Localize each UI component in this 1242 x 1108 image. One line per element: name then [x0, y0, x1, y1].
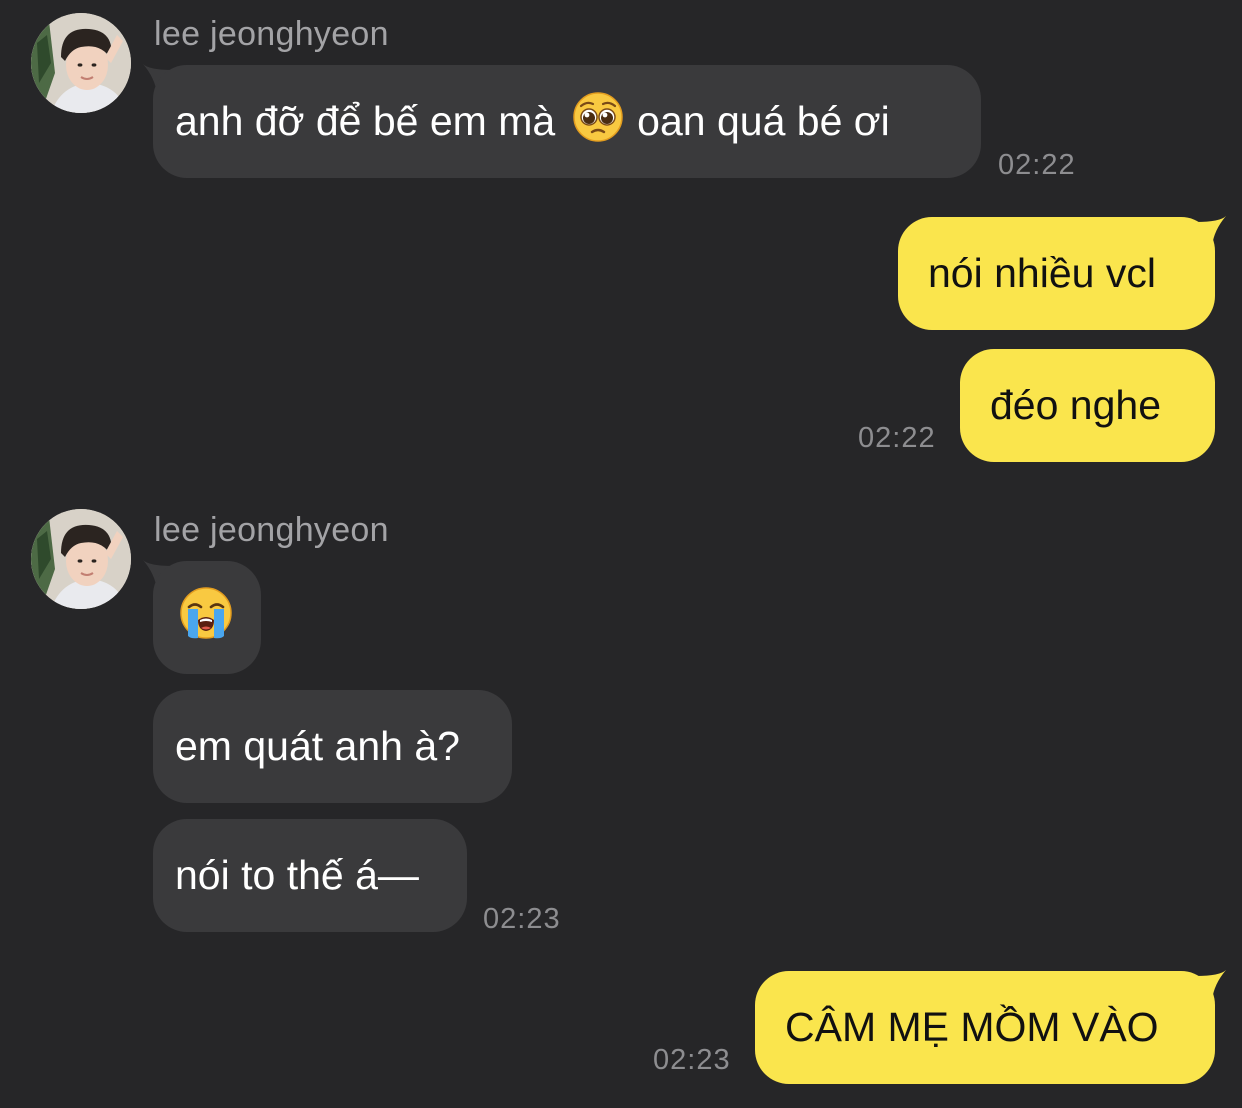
- message-bubble-incoming[interactable]: em quát anh à?: [153, 690, 512, 803]
- message-bubble-outgoing[interactable]: nói nhiều vcl: [898, 217, 1215, 330]
- message-text: đéo nghe: [990, 382, 1162, 428]
- loudly-crying-face-emoji-icon: [179, 586, 233, 650]
- message-timestamp: 02:23: [483, 903, 561, 935]
- sender-name: lee jeonghyeon: [154, 511, 389, 549]
- message-bubble-incoming[interactable]: nói to thế á—: [153, 819, 467, 932]
- message-text: oan quá bé ơi: [637, 98, 890, 144]
- sender-avatar[interactable]: [31, 13, 131, 113]
- message-bubble-outgoing[interactable]: CÂM MẸ MỒM VÀO: [755, 971, 1215, 1084]
- message-timestamp: 02:22: [998, 149, 1076, 181]
- message-timestamp: 02:23: [653, 1044, 731, 1076]
- chat-view: lee jeonghyeon anh đỡ để bế em mà oan qu…: [0, 0, 1242, 1108]
- message-bubble-incoming[interactable]: anh đỡ để bế em mà oan quá bé ơi: [153, 65, 981, 178]
- message-text: nói nhiều vcl: [928, 250, 1156, 296]
- pleading-face-emoji-icon: [573, 91, 623, 152]
- sender-name: lee jeonghyeon: [154, 15, 389, 53]
- message-text: nói to thế á—: [175, 852, 419, 898]
- sender-avatar[interactable]: [31, 509, 131, 609]
- message-text: CÂM MẸ MỒM VÀO: [785, 1004, 1159, 1050]
- message-bubble-incoming[interactable]: [153, 561, 261, 674]
- message-text: anh đỡ để bế em mà: [175, 98, 556, 144]
- message-timestamp: 02:22: [858, 422, 936, 454]
- message-bubble-outgoing[interactable]: đéo nghe: [960, 349, 1215, 462]
- message-text: em quát anh à?: [175, 723, 460, 769]
